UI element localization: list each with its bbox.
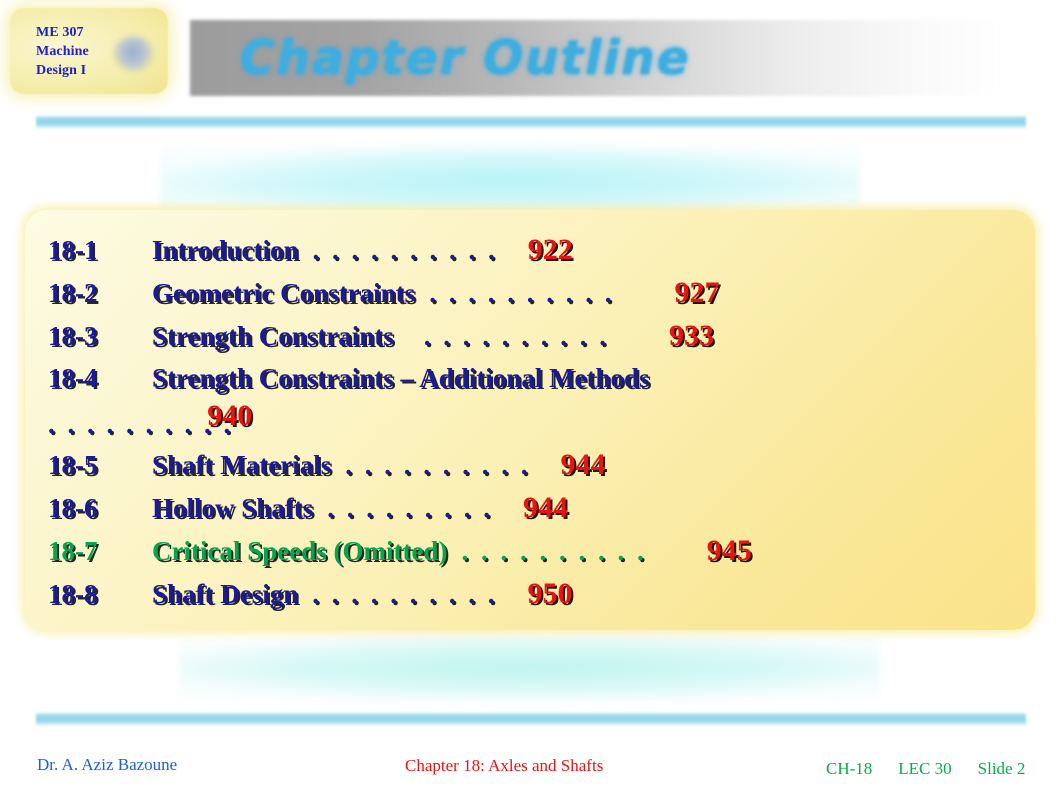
outline-item-leader: . . . . . . . . . (327, 493, 494, 523)
outline-item-page: 940 (207, 399, 253, 432)
outline-item-leader: . . . . . . . . . . (461, 536, 647, 566)
footer-author: Dr. A. Aziz Bazoune (37, 755, 178, 774)
outline-item-number: 18-8 (48, 579, 98, 609)
outline-item-number: 18-3 (48, 321, 98, 351)
footer-chapter-tag: CH-18 (826, 759, 873, 778)
outline-item-page: 927 (674, 276, 720, 309)
outline-row: 18-4 Strength Constraints – Additional Me… (48, 357, 1023, 400)
outline-item-number: 18-2 (48, 278, 98, 308)
footer-chapter-title: Chapter 18: Axles and Shafts (405, 756, 604, 775)
course-name-line2: Design I (36, 63, 87, 78)
outline-item-title: Hollow Shafts (152, 493, 314, 523)
outline-item-title: Critical Speeds (Omitted) (152, 536, 448, 566)
outline-item-number: 18-5 (48, 450, 98, 480)
course-code: ME 307 (36, 25, 84, 40)
outline-item-page: 922 (527, 233, 573, 266)
footer-slide-tag: Slide 2 (977, 759, 1026, 778)
outline-item-title: Strength Constraints (152, 321, 394, 351)
outline-item-leader: . . . . . . . . . . (48, 409, 234, 439)
outline-item-page: 945 (706, 534, 752, 567)
accent-bar-top (36, 115, 1026, 129)
accent-bar-bottom (36, 712, 1026, 726)
outline-item-title: Strength Constraints – Additional Method… (152, 363, 650, 393)
outline-row: 18-5 Shaft Materials . . . . . . . . . . 94… (48, 443, 1023, 486)
outline-item-title: Shaft Design (152, 579, 299, 609)
outline-item-leader: . . . . . . . . . . (345, 450, 531, 480)
outline-item-title: Introduction (152, 235, 299, 265)
outline-item-title: Shaft Materials (152, 450, 332, 480)
background-watermark-upper (160, 140, 860, 220)
university-seal-icon (113, 36, 155, 72)
footer-lecture-tag: LEC 30 (898, 759, 952, 778)
outline-item-number: 18-6 (48, 493, 98, 523)
outline-row: 18-3 Strength Constraints . . . . . . . . … (48, 314, 1023, 357)
outline-list: 18-1 Introduction . . . . . . . . . . 922 1… (48, 228, 1023, 615)
outline-row-continuation: . . . . . . . . . .940 (48, 399, 1023, 443)
outline-item-page: 944 (523, 491, 569, 524)
outline-item-leader: . . . . . . . . . . (423, 321, 610, 351)
outline-item-title: Geometric Constraints (152, 278, 416, 308)
outline-row: 18-1 Introduction . . . . . . . . . . 922 (48, 228, 1023, 271)
outline-item-leader: . . . . . . . . . . (429, 278, 615, 308)
outline-item-page: 950 (527, 577, 573, 610)
outline-item-number: 18-1 (48, 235, 98, 265)
footer-tags: CH-18 LEC 30 Slide 2 (826, 759, 1025, 779)
outline-row: 18-8 Shaft Design . . . . . . . . . . 950 (48, 572, 1023, 615)
outline-item-page: 944 (560, 448, 606, 481)
outline-item-number: 18-7 (48, 536, 98, 566)
outline-row: 18-2 Geometric Constraints . . . . . . . .… (48, 271, 1023, 314)
outline-item-leader: . . . . . . . . . . (312, 235, 498, 265)
outline-row: 18-7 Critical Speeds (Omitted) . . . . . .… (48, 529, 1023, 572)
page-title: Chapter Outline (240, 30, 691, 86)
outline-item-number: 18-4 (48, 363, 98, 393)
background-watermark-lower (180, 635, 880, 705)
outline-item-page: 933 (669, 319, 715, 352)
outline-item-leader: . . . . . . . . . . (312, 579, 498, 609)
outline-row: 18-6 Hollow Shafts . . . . . . . . . 944 (48, 486, 1023, 529)
